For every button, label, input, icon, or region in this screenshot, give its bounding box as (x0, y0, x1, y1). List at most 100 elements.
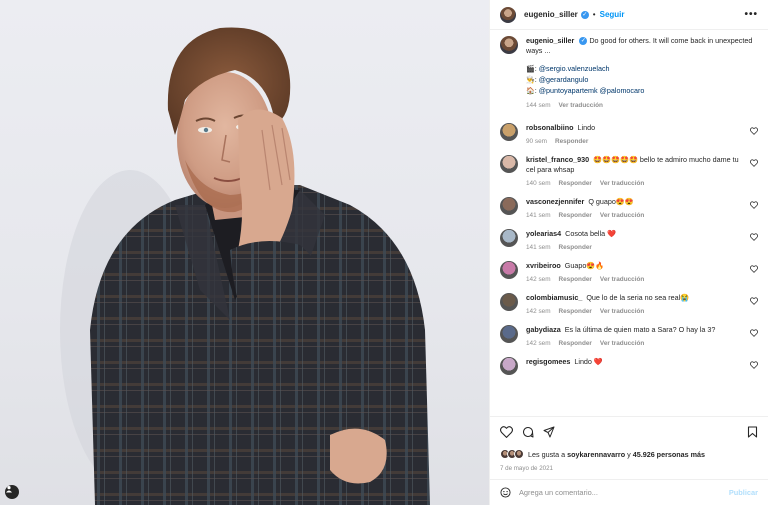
user-tag-icon[interactable] (5, 485, 19, 499)
verified-icon: ✓ (579, 37, 588, 46)
reply-button[interactable]: Responder (559, 180, 592, 187)
mention-link[interactable]: @puntoyapartemk @palomocaro (539, 86, 645, 95)
reply-button[interactable]: Responder (559, 244, 592, 251)
comment-text: Lindo ❤️ (574, 357, 603, 366)
comment-row: vasconezjennifer Q guapo😍😍 141 sem Respond… (500, 197, 758, 221)
comment-text: Que lo de la seria no sea real😭 (586, 293, 690, 302)
comment-username[interactable]: xvribeiroo (526, 261, 561, 270)
avatar (514, 449, 524, 459)
avatar[interactable] (500, 155, 518, 173)
comment-time: 141 sem (526, 212, 551, 219)
comment-username[interactable]: robsonalbiino (526, 123, 574, 132)
avatar[interactable] (500, 123, 518, 141)
translate-link[interactable]: Ver traducción (600, 276, 644, 283)
credit-line: 🏠: @puntoyapartemk @palomocaro (526, 86, 645, 95)
publish-button[interactable]: Publicar (729, 488, 758, 497)
reply-button[interactable]: Responder (559, 308, 592, 315)
bookmark-icon[interactable] (747, 426, 758, 438)
post-side-panel: eugenio_siller ✓ • Seguir ••• eugenio_si… (489, 0, 768, 505)
camera-emoji: 🎬 (526, 66, 535, 73)
comment-row: gabydiaza Es la última de quien mato a S… (500, 325, 758, 349)
comment-icon[interactable] (522, 426, 534, 438)
heart-icon[interactable] (750, 201, 758, 209)
heart-icon[interactable] (750, 265, 758, 273)
instagram-post-modal: eugenio_siller ✓ • Seguir ••• eugenio_si… (0, 0, 768, 505)
post-photo[interactable] (0, 0, 489, 505)
comment-time: 142 sem (526, 308, 551, 315)
heart-icon[interactable] (750, 127, 758, 135)
comment-username[interactable]: yolearias4 (526, 229, 561, 238)
likes-count[interactable]: 45.926 personas más (633, 450, 705, 459)
avatar[interactable] (500, 261, 518, 279)
mention-link[interactable]: @gerardangulo (539, 75, 589, 84)
likes-summary[interactable]: Les gusta a soykarennavarro y 45.926 per… (500, 449, 758, 459)
heart-icon[interactable] (750, 159, 758, 167)
heart-icon[interactable] (750, 361, 758, 369)
comment-text: Q guapo😍😍 (588, 197, 634, 206)
reply-button[interactable]: Responder (555, 138, 588, 145)
comment-time: 142 sem (526, 340, 551, 347)
comment-time: 142 sem (526, 276, 551, 283)
emoji-icon[interactable] (500, 487, 511, 498)
translate-link[interactable]: Ver traducción (600, 212, 644, 219)
comments-list[interactable]: eugenio_siller ✓ Do good for others. It w… (490, 30, 768, 416)
likes-user[interactable]: soykarennavarro (567, 450, 625, 459)
comment-text: Guapo😍🔥 (564, 261, 605, 270)
comment-row: xvribeiroo Guapo😍🔥 142 sem Responder Ver tr… (500, 261, 758, 285)
likes-mid: y (627, 449, 631, 459)
follow-button[interactable]: Seguir (600, 10, 625, 19)
more-icon[interactable]: ••• (744, 9, 758, 20)
credit-line: 🎬: @sergio.valenzuelach (526, 64, 610, 73)
translate-link[interactable]: Ver traducción (600, 340, 644, 347)
translate-link[interactable]: Ver traducción (600, 308, 644, 315)
avatar[interactable] (500, 325, 518, 343)
heart-icon[interactable] (750, 329, 758, 337)
share-icon[interactable] (543, 426, 555, 438)
comment-row: kristel_franco_930 🤩🤩🤩🤩🤩 bello te admiro… (500, 155, 758, 189)
comment-row: colombiamusic_ Que lo de la seria no sea… (500, 293, 758, 317)
comment-time: 140 sem (526, 180, 551, 187)
post-date[interactable]: 7 de mayo de 2021 (500, 465, 758, 472)
separator-dot: • (592, 10, 596, 19)
heart-icon[interactable] (500, 426, 513, 438)
avatar[interactable] (500, 229, 518, 247)
comment-time: 90 sem (526, 138, 547, 145)
cook-emoji: 👨‍🍳 (526, 77, 535, 84)
likes-prefix: Les gusta a (528, 449, 566, 459)
avatar[interactable] (500, 36, 518, 54)
credit-line: 👨‍🍳: @gerardangulo (526, 75, 589, 84)
heart-icon[interactable] (750, 297, 758, 305)
comment-username[interactable]: kristel_franco_930 (526, 155, 589, 164)
comment-text: Es la última de quien mato a Sara? O hay… (564, 325, 716, 334)
avatar[interactable] (500, 6, 516, 23)
comment-username[interactable]: gabydiaza (526, 325, 561, 334)
comment-text: Cosota bella ❤️ (565, 229, 617, 238)
avatar[interactable] (500, 197, 518, 215)
caption-username[interactable]: eugenio_siller (526, 36, 574, 45)
translate-link[interactable]: Ver traducción (600, 180, 644, 187)
comment-row: regisgomees Lindo ❤️ (500, 357, 758, 375)
header-username[interactable]: eugenio_siller (524, 10, 578, 19)
comment-time: 144 sem (526, 102, 551, 109)
comment-input[interactable] (519, 488, 729, 497)
reply-button[interactable]: Responder (559, 340, 592, 347)
reply-button[interactable]: Responder (559, 212, 592, 219)
comment-text: Lindo (577, 123, 596, 132)
comment-username[interactable]: colombiamusic_ (526, 293, 582, 302)
house-emoji: 🏠 (526, 88, 535, 95)
heart-icon[interactable] (750, 233, 758, 241)
translate-link[interactable]: Ver traducción (559, 102, 603, 109)
reply-button[interactable]: Responder (559, 276, 592, 283)
comment-username[interactable]: vasconezjennifer (526, 197, 584, 206)
portrait-image (60, 27, 430, 505)
mention-link[interactable]: @sergio.valenzuelach (539, 64, 610, 73)
comment-row: robsonalbiino Lindo 90 sem Responder (500, 123, 758, 147)
post-header: eugenio_siller ✓ • Seguir ••• (490, 0, 768, 30)
add-comment-bar: Publicar (490, 479, 768, 505)
comment-row: yolearias4 Cosota bella ❤️ 141 sem Respond… (500, 229, 758, 253)
verified-icon: ✓ (580, 10, 589, 19)
comment-time: 141 sem (526, 244, 551, 251)
comment-username[interactable]: regisgomees (526, 357, 570, 366)
avatar[interactable] (500, 293, 518, 311)
avatar[interactable] (500, 357, 518, 375)
